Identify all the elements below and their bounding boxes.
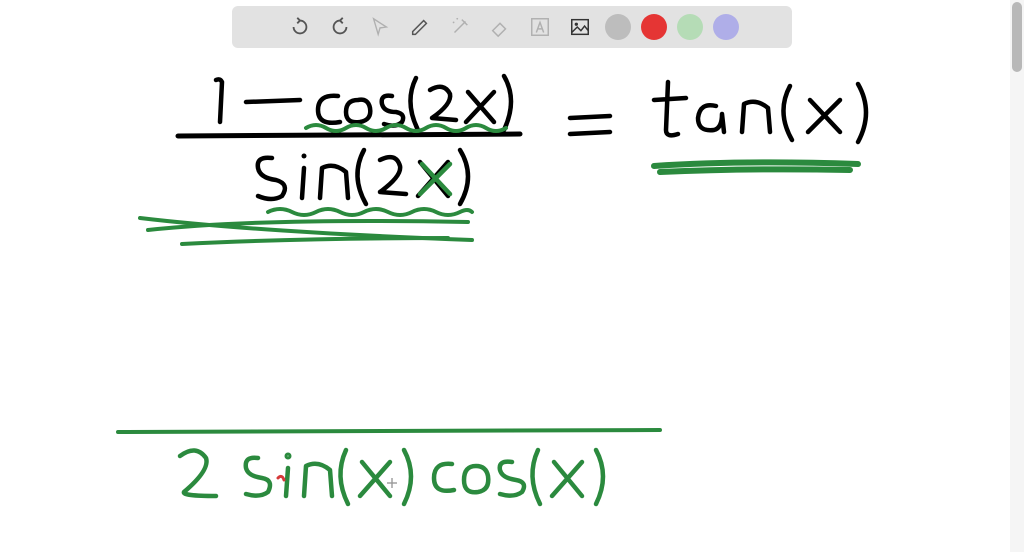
equals-ink [570, 116, 610, 134]
vertical-scrollbar[interactable] [1010, 0, 1024, 552]
equation-numerator-ink [216, 76, 511, 130]
scrollbar-thumb[interactable] [1012, 2, 1022, 72]
green-underline-numerator [306, 125, 506, 131]
green-underline-denominator [268, 209, 472, 215]
equation-rhs-ink [654, 82, 866, 142]
green-bottom-bar [118, 430, 660, 432]
green-x-overlay [420, 164, 450, 194]
fraction-bar-ink [178, 134, 520, 136]
green-underline-rhs [654, 162, 858, 172]
cursor-crosshair [387, 478, 397, 488]
whiteboard-canvas[interactable] [0, 0, 1010, 552]
green-cross-strokes [140, 218, 472, 244]
bottom-expression-ink [180, 450, 603, 504]
red-mark [278, 476, 284, 480]
